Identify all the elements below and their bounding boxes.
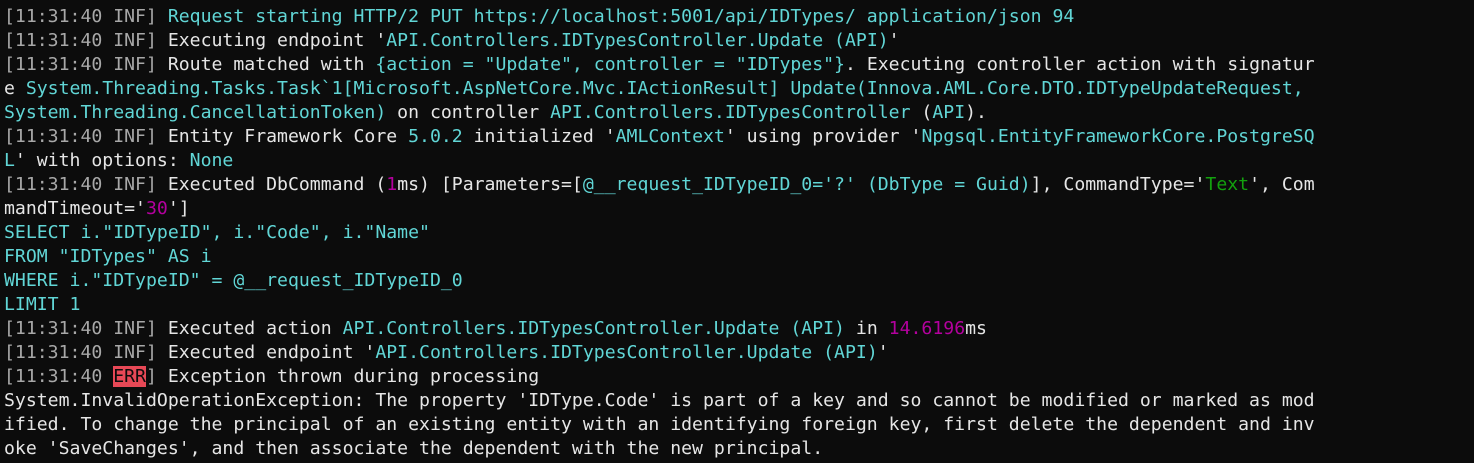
log-line: [11:31:40 INF] Entity Framework Core 5.0… xyxy=(4,125,1474,149)
log-line: e System.Threading.Tasks.Task`1[Microsof… xyxy=(4,77,1474,101)
log-text-segment: Executed action xyxy=(167,318,343,339)
log-text-segment: System.Threading.CancellationToken) xyxy=(4,102,387,123)
log-text-segment: ified. To change the principal of an exi… xyxy=(4,414,1315,435)
log-line: SELECT i."IDTypeID", i."Code", i."Name" xyxy=(4,221,1474,245)
log-text-segment: Text xyxy=(1205,174,1250,195)
log-line: oke 'SaveChanges', and then associate th… xyxy=(4,437,1474,461)
log-text-segment: [11:31:40 INF] xyxy=(4,126,168,147)
log-line: LIMIT 1 xyxy=(4,293,1474,317)
log-text-segment: @__request_IDTypeID_0='?' (DbType = Guid… xyxy=(582,174,1031,195)
log-text-segment: ' xyxy=(877,342,889,363)
log-text-segment: ', Com xyxy=(1249,174,1315,195)
log-text-segment: API.Controllers.IDTypesController.Update… xyxy=(386,30,889,51)
log-text-segment: AMLContext xyxy=(615,126,725,147)
log-text-segment: Exception thrown during processing xyxy=(167,366,540,387)
log-text-segment: SELECT i."IDTypeID", i."Code", i."Name" xyxy=(4,222,430,243)
log-text-segment: Npgsql.EntityFrameworkCore.PostgreSQ xyxy=(921,126,1315,147)
log-text-segment: [11:31:40 INF] xyxy=(4,174,168,195)
log-line: System.Threading.CancellationToken) on c… xyxy=(4,101,1474,125)
terminal-window[interactable]: [11:31:40 INF] Request starting HTTP/2 P… xyxy=(0,0,1474,463)
log-line: FROM "IDTypes" AS i xyxy=(4,245,1474,269)
log-line: System.InvalidOperationException: The pr… xyxy=(4,389,1474,413)
log-line: L' with options: None xyxy=(4,149,1474,173)
log-line: WHERE i."IDTypeID" = @__request_IDTypeID… xyxy=(4,269,1474,293)
log-text-segment: API.Controllers.IDTypesController.Update… xyxy=(375,342,878,363)
log-text-segment: ). xyxy=(965,102,987,123)
log-text-segment: ms xyxy=(965,318,987,339)
log-level-err-badge: ERR xyxy=(113,366,146,387)
log-text-segment: None xyxy=(189,150,234,171)
log-text-segment: [11:31:40 INF] xyxy=(4,342,168,363)
log-text-segment: FROM "IDTypes" AS i xyxy=(4,246,212,267)
log-text-segment: ] xyxy=(145,366,168,387)
log-text-segment: mandTimeout=' xyxy=(4,198,146,219)
log-text-segment: ms) [Parameters=[ xyxy=(397,174,583,195)
log-text-segment: '] xyxy=(167,198,190,219)
log-text-segment: . Executing controller action with signa… xyxy=(844,54,1315,75)
log-text-segment: [11:31:40 INF] xyxy=(4,6,168,27)
log-line: ified. To change the principal of an exi… xyxy=(4,413,1474,437)
log-text-segment: System.InvalidOperationException: The pr… xyxy=(4,390,1315,411)
log-text-segment: Executing endpoint ' xyxy=(167,30,387,51)
log-text-segment: L xyxy=(4,150,15,171)
log-text-segment: e xyxy=(4,78,26,99)
log-line: mandTimeout='30'] xyxy=(4,197,1474,221)
log-text-segment: [11:31:40 INF] xyxy=(4,54,168,75)
log-text-segment: ' using provider ' xyxy=(724,126,922,147)
log-text-segment: 14.6196 xyxy=(888,318,966,339)
log-text-segment: [11:31:40 xyxy=(4,366,114,387)
log-text-segment: [11:31:40 INF] xyxy=(4,30,168,51)
log-line: [11:31:40 INF] Request starting HTTP/2 P… xyxy=(4,5,1474,29)
log-text-segment: Request starting HTTP/2 PUT https://loca… xyxy=(167,6,1075,27)
log-line: [11:31:40 INF] Executed action API.Contr… xyxy=(4,317,1474,341)
log-text-segment: LIMIT 1 xyxy=(4,294,81,315)
log-text-segment: API xyxy=(932,102,966,123)
log-line: [11:31:40 INF] Executing endpoint 'API.C… xyxy=(4,29,1474,53)
log-text-segment: ' with options: xyxy=(14,150,190,171)
log-text-segment: Executed endpoint ' xyxy=(167,342,376,363)
log-text-segment: 1 xyxy=(386,174,398,195)
log-text-segment: {action = "Update", controller = "IDType… xyxy=(375,54,845,75)
log-text-segment: Route matched with xyxy=(167,54,376,75)
log-text-segment: API.Controllers.IDTypesController xyxy=(550,102,911,123)
log-text-segment: 30 xyxy=(145,198,168,219)
log-text-segment: ' xyxy=(888,30,900,51)
log-text-segment: oke 'SaveChanges', and then associate th… xyxy=(4,438,824,459)
log-text-segment: initialized ' xyxy=(462,126,616,147)
log-line: [11:31:40 ERR] Exception thrown during p… xyxy=(4,365,1474,389)
log-text-segment: System.Threading.Tasks.Task`1[Microsoft.… xyxy=(25,78,1304,99)
log-text-segment: WHERE i."IDTypeID" = @__request_IDTypeID… xyxy=(4,270,463,291)
log-text-segment: in xyxy=(844,318,889,339)
log-text-segment: 5.0.2 xyxy=(408,126,463,147)
log-text-segment: [11:31:40 INF] xyxy=(4,318,168,339)
log-text-segment: ( xyxy=(910,102,933,123)
log-text-segment: Executed DbCommand ( xyxy=(167,174,387,195)
log-line: [11:31:40 INF] Executed DbCommand (1ms) … xyxy=(4,173,1474,197)
log-line: [11:31:40 INF] Route matched with {actio… xyxy=(4,53,1474,77)
log-text-segment: on controller xyxy=(386,102,551,123)
log-text-segment: Entity Framework Core xyxy=(167,126,409,147)
log-line: [11:31:40 INF] Executed endpoint 'API.Co… xyxy=(4,341,1474,365)
log-text-segment: API.Controllers.IDTypesController.Update… xyxy=(342,318,845,339)
log-text-segment: ], CommandType=' xyxy=(1030,174,1206,195)
